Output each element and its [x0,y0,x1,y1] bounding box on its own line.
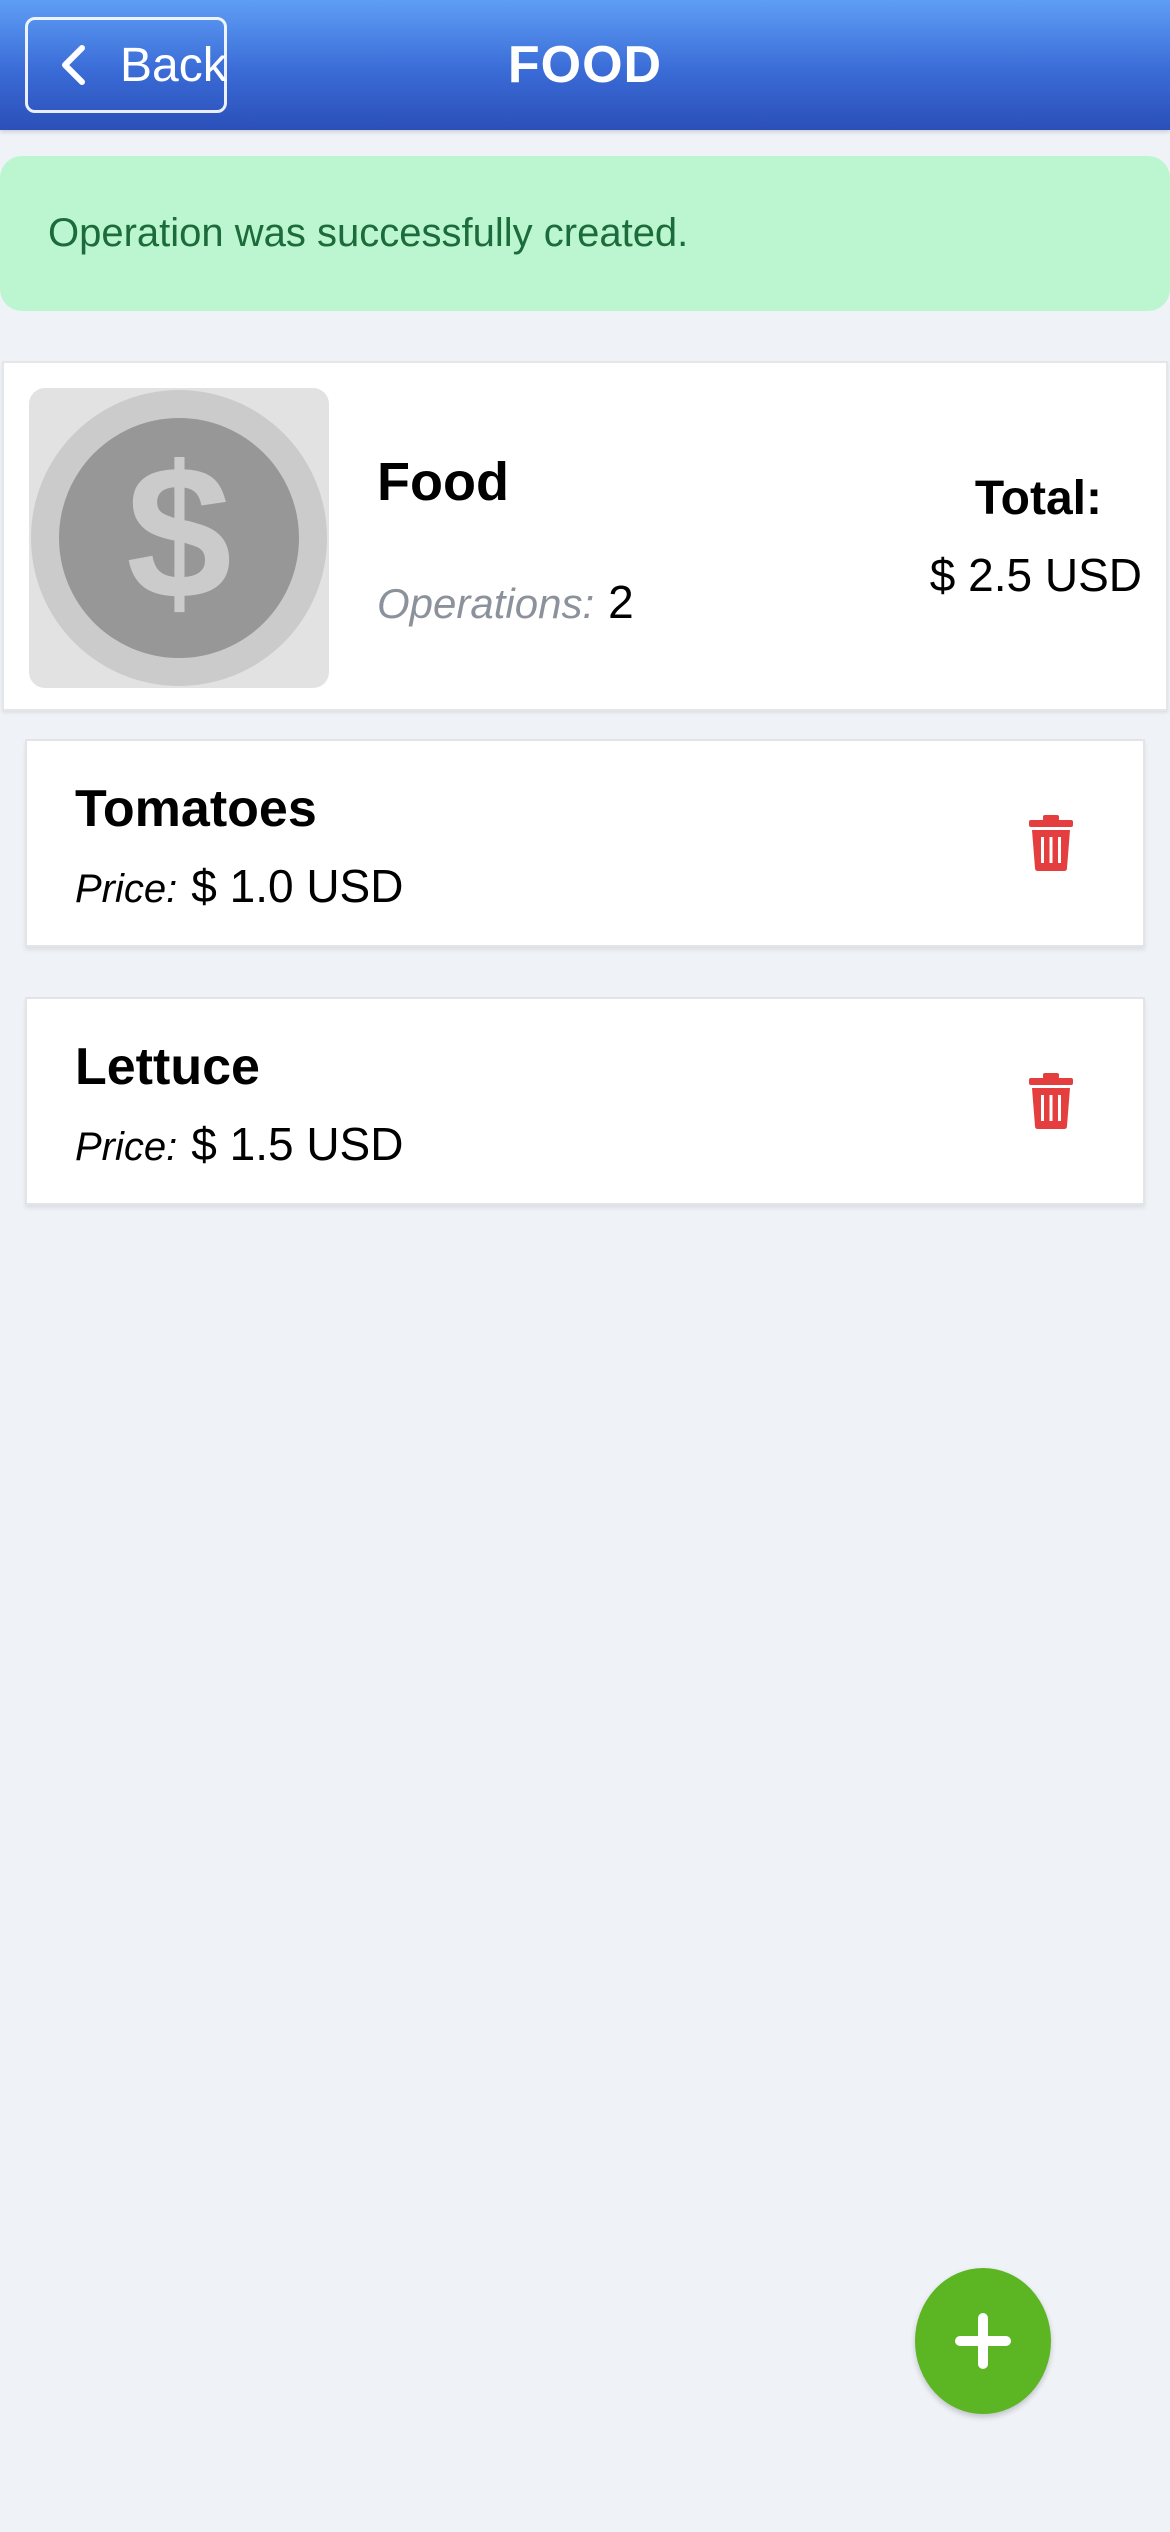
price-label: Price: [75,867,178,911]
plus-icon [955,2313,1011,2369]
operation-name: Lettuce [75,1038,260,1096]
total-value: $ 2.5 USD [929,549,1142,601]
dollar-coin-icon: $ [31,390,327,686]
operations-count: Operations: 2 [377,575,634,629]
trash-icon[interactable] [1029,1073,1073,1129]
operation-price: Price: $ 1.5 USD [75,1117,403,1171]
total-label: Total: [974,472,1102,525]
price-value: $ 1.5 USD [191,1118,404,1170]
page-title: FOOD [507,36,663,94]
app-header: Back FOOD [0,0,1170,130]
operation-item[interactable]: Lettuce Price: $ 1.5 USD [25,997,1145,1205]
trash-icon[interactable] [1029,815,1073,871]
operation-name: Tomatoes [75,780,317,838]
operation-item[interactable]: Tomatoes Price: $ 1.0 USD [25,739,1145,947]
price-label: Price: [75,1125,178,1169]
total-block: Total: $ 2.5 USD [930,471,1142,602]
category-name: Food [377,452,509,512]
price-value: $ 1.0 USD [191,860,404,912]
operations-value: 2 [608,576,634,628]
operation-price: Price: $ 1.0 USD [75,859,403,913]
category-thumbnail: $ [29,388,329,688]
add-operation-button[interactable] [915,2268,1051,2414]
category-summary-card: $ Food Operations: 2 Total: $ 2.5 USD [2,361,1168,711]
operations-label: Operations: [377,580,595,627]
alert-message: Operation was successfully created. [48,211,689,255]
svg-text:$: $ [126,427,232,639]
success-alert: Operation was successfully created. [0,156,1170,311]
